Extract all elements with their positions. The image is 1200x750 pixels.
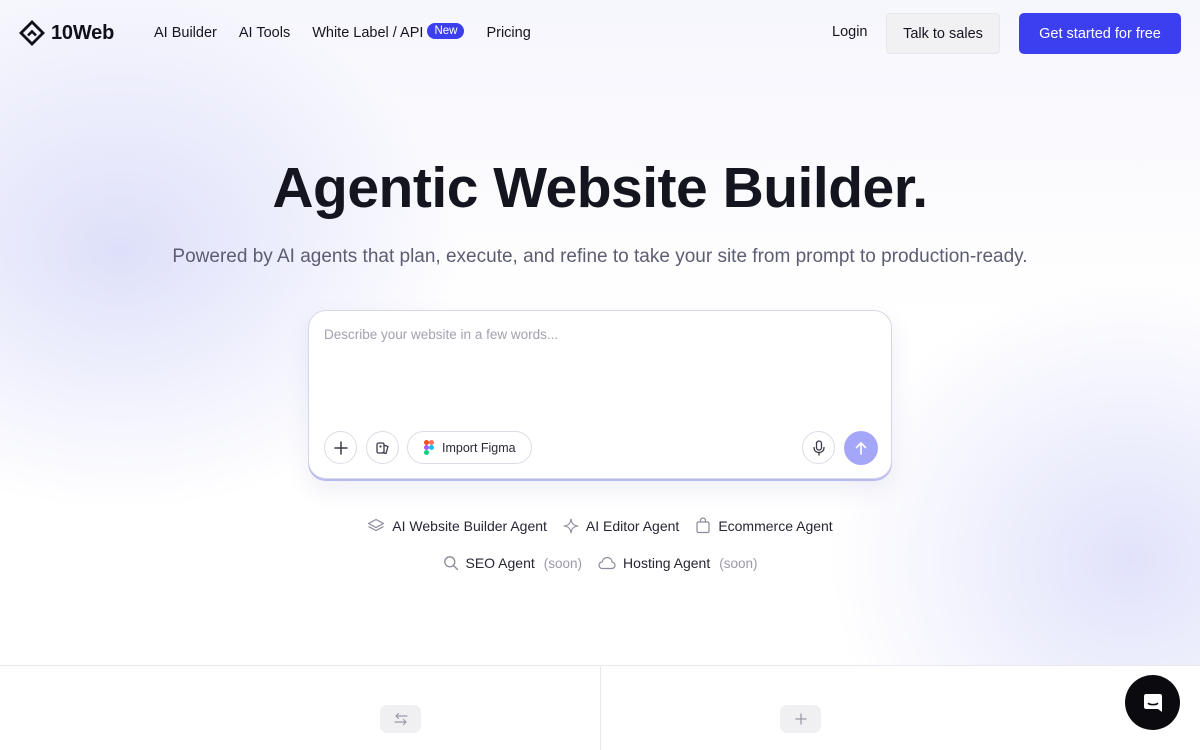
soon-label: (soon) [543,555,583,571]
agent-label: AI Editor Agent [585,517,680,534]
logo-mark-icon [19,20,45,46]
agent-label: Hosting Agent [623,555,711,571]
sparkle-icon [563,517,579,534]
logo-text: 10Web [51,21,115,44]
hero-subtitle: Powered by AI agents that plan, execute,… [172,246,1028,267]
get-started-button[interactable]: Get started for free [1019,13,1181,54]
agents-row-1: AI Website Builder Agent AI Editor Agent… [0,517,1200,534]
agent-ai-editor[interactable]: AI Editor Agent [563,518,679,534]
plus-icon [333,440,348,455]
nav-ai-tools[interactable]: AI Tools [239,22,290,44]
soon-label: (soon) [719,555,758,571]
agent-label: AI Website Builder Agent [392,517,547,534]
swap-arrows-icon [393,712,408,726]
cloud-icon [598,556,616,570]
chat-widget-button[interactable] [1125,675,1180,730]
agent-seo[interactable]: SEO Agent (soon) [443,555,583,571]
agent-ecommerce[interactable]: Ecommerce Agent [695,517,833,534]
import-figma-label: Import Figma [442,440,516,455]
agent-label: Ecommerce Agent [718,517,833,534]
gallery-icon [375,441,389,454]
voice-input-button[interactable] [802,431,835,464]
agent-label: SEO Agent [465,555,535,571]
layers-icon [368,518,385,531]
search-icon [443,556,458,571]
card-icon-right [780,705,821,733]
arrow-up-icon [855,442,867,455]
nav-pricing[interactable]: Pricing [486,22,530,44]
import-figma-button[interactable]: Import Figma [407,431,532,464]
nav-white-label[interactable]: White Label / API New [312,22,465,44]
agent-ai-website-builder[interactable]: AI Website Builder Agent [367,518,547,534]
main-nav: AI Builder AI Tools White Label / API Ne… [154,22,553,44]
card-divider [600,666,601,750]
header: 10Web AI Builder AI Tools White Label / … [0,0,1200,66]
shopping-bag-icon [696,517,710,534]
page: 10Web AI Builder AI Tools White Label / … [0,0,1200,750]
logo[interactable]: 10Web [19,19,114,47]
nav-white-label-text: White Label / API [312,25,424,41]
microphone-icon [812,439,825,456]
talk-to-sales-button[interactable]: Talk to sales [886,13,1000,54]
send-button[interactable] [844,431,878,465]
agents-row-2: SEO Agent (soon) Hosting Agent (soon) [0,555,1200,571]
card-icon-left [380,705,421,733]
hero-title: Agentic Website Builder. [272,156,928,220]
prompt-box: Import Figma [308,310,892,479]
new-badge: New [427,23,465,39]
add-attachment-button[interactable] [324,431,357,464]
feature-cards [0,665,1200,750]
nav-ai-builder[interactable]: AI Builder [154,22,217,44]
figma-icon [424,440,434,455]
login-link[interactable]: Login [832,24,867,40]
chat-icon [1143,693,1162,712]
agent-hosting[interactable]: Hosting Agent (soon) [598,555,757,571]
prompt-input[interactable] [324,327,878,417]
plus-icon [794,713,807,725]
templates-button[interactable] [366,431,399,464]
